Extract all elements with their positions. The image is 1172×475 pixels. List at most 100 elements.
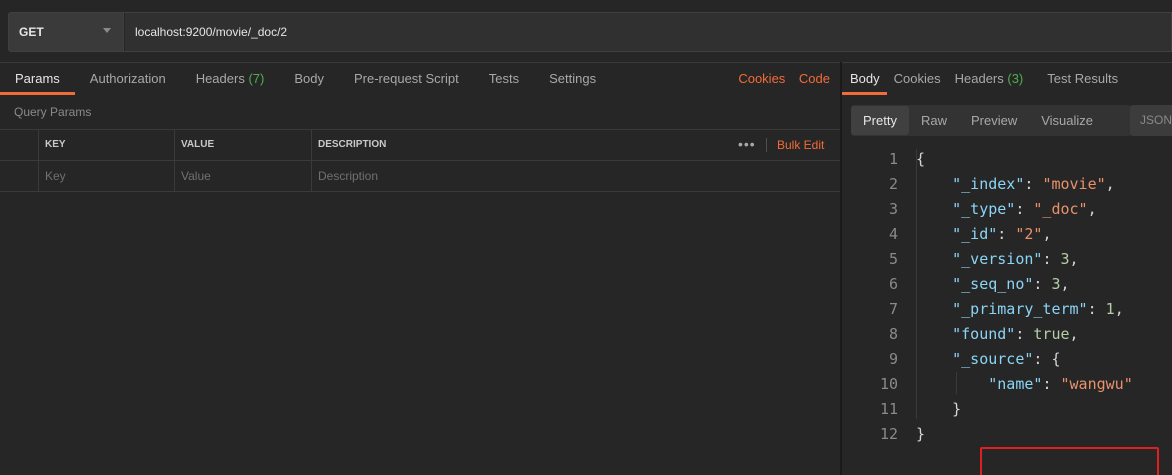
line-number: 5 [888, 250, 898, 268]
response-panel: Body Cookies Headers (3) Test Results Prett… [842, 62, 1172, 475]
more-icon[interactable]: ••• [738, 130, 756, 160]
code-token: : [1042, 375, 1061, 393]
key-input[interactable]: Key [38, 161, 174, 191]
code-token: } [916, 400, 962, 418]
code-line: 3 "_type": "_doc", [842, 197, 1172, 222]
code-link[interactable]: Code [799, 71, 830, 86]
code-token: } [916, 425, 926, 443]
code-token: , [1105, 175, 1115, 193]
tab-tests[interactable]: Tests [474, 63, 534, 95]
value-input[interactable]: Value [174, 161, 311, 191]
tab-label: Body [850, 71, 880, 86]
tab-headers[interactable]: Headers (7) [181, 63, 280, 95]
code-line: 2 "_index": "movie", [842, 172, 1172, 197]
code-token: "wangwu" [1060, 375, 1133, 393]
view-pretty-button[interactable]: Pretty [851, 106, 909, 135]
indent-guide-nested [956, 372, 957, 394]
code-line: 1{ [842, 147, 1172, 172]
code-token: : { [1033, 350, 1061, 368]
line-number: 4 [888, 225, 898, 243]
code-token: "_id" [952, 225, 998, 243]
description-column-header: DESCRIPTION [311, 130, 840, 160]
code-token: "_type" [952, 200, 1016, 218]
code-token: : [1024, 175, 1043, 193]
request-tabs: Params Authorization Headers (7) Body Pre-re… [0, 63, 840, 95]
code-token: "found" [952, 325, 1016, 343]
view-raw-button[interactable]: Raw [909, 106, 959, 135]
line-text: "_version": 3, [916, 247, 1079, 272]
tab-count: (7) [248, 71, 265, 86]
code-line: 11 } [842, 397, 1172, 422]
line-text: "_id": "2", [916, 222, 1051, 247]
tab-label: Tests [488, 71, 520, 86]
code-line: 6 "_seq_no": 3, [842, 272, 1172, 297]
line-text: "_source": { [916, 347, 1061, 372]
params-table: KEY VALUE DESCRIPTION ••• Bulk Edit Key … [0, 129, 840, 192]
code-token: , [1069, 250, 1079, 268]
chevron-down-icon [103, 28, 111, 33]
view-mode-bar: Pretty Raw Preview Visualize [851, 105, 1131, 136]
view-preview-button[interactable]: Preview [959, 106, 1029, 135]
tab-params[interactable]: Params [0, 63, 75, 95]
response-tab-headers[interactable]: Headers (3) [948, 63, 1031, 95]
response-tab-body[interactable]: Body [842, 63, 887, 95]
response-tab-cookies[interactable]: Cookies [887, 63, 948, 95]
method-select[interactable]: GET [8, 12, 124, 52]
tab-label: Pre-request Script [353, 71, 459, 86]
response-tab-test-results[interactable]: Test Results [1040, 63, 1125, 95]
key-column-header: KEY [38, 130, 174, 160]
code-token: : [1033, 275, 1052, 293]
tab-label: Cookies [893, 71, 941, 86]
row-handle-column [0, 130, 38, 160]
view-visualize-button[interactable]: Visualize [1029, 106, 1105, 135]
code-line: 12} [842, 422, 1172, 447]
code-line: 8 "found": true, [842, 322, 1172, 347]
tab-authorization[interactable]: Authorization [75, 63, 181, 95]
line-number: 1 [888, 150, 898, 168]
tab-label: Body [294, 71, 324, 86]
format-select[interactable]: JSON [1130, 105, 1172, 136]
tab-label: Test Results [1047, 71, 1119, 86]
cookies-link[interactable]: Cookies [738, 71, 785, 86]
line-text: } [916, 422, 925, 447]
tab-body[interactable]: Body [279, 63, 339, 95]
code-token: 3 [1060, 250, 1070, 268]
line-number: 2 [888, 175, 898, 193]
code-token: : [1087, 300, 1106, 318]
code-token: true [1033, 325, 1070, 343]
line-number: 10 [879, 375, 898, 393]
tab-label: Params [15, 71, 60, 86]
code-token: 3 [1051, 275, 1061, 293]
code-line: 7 "_primary_term": 1, [842, 297, 1172, 322]
value-column-header: VALUE [174, 130, 311, 160]
line-text: "_primary_term": 1, [916, 297, 1124, 322]
code-token: "movie" [1042, 175, 1106, 193]
code-token: : [1042, 250, 1061, 268]
tab-pre-request-script[interactable]: Pre-request Script [339, 63, 474, 95]
code-token: "_source" [952, 350, 1034, 368]
code-token: : [1015, 325, 1034, 343]
tab-label: Authorization [89, 71, 166, 86]
code-token: "name" [988, 375, 1043, 393]
code-token: , [1087, 200, 1097, 218]
code-line: 4 "_id": "2", [842, 222, 1172, 247]
highlight-box [980, 447, 1159, 475]
params-header-row: KEY VALUE DESCRIPTION ••• Bulk Edit [0, 130, 840, 161]
code-line: 10 "name": "wangwu" [842, 372, 1172, 397]
code-token: "_seq_no" [952, 275, 1034, 293]
url-input[interactable]: localhost:9200/movie/_doc/2 [124, 12, 1172, 52]
description-input[interactable]: Description [311, 161, 840, 191]
header-separator [766, 138, 767, 152]
bulk-edit-link[interactable]: Bulk Edit [777, 130, 824, 160]
line-text: { [916, 147, 925, 172]
url-text: localhost:9200/movie/_doc/2 [135, 25, 288, 39]
tab-settings[interactable]: Settings [534, 63, 611, 95]
code-token: , [1042, 225, 1052, 243]
request-panel: Params Authorization Headers (7) Body Pre-re… [0, 62, 840, 475]
